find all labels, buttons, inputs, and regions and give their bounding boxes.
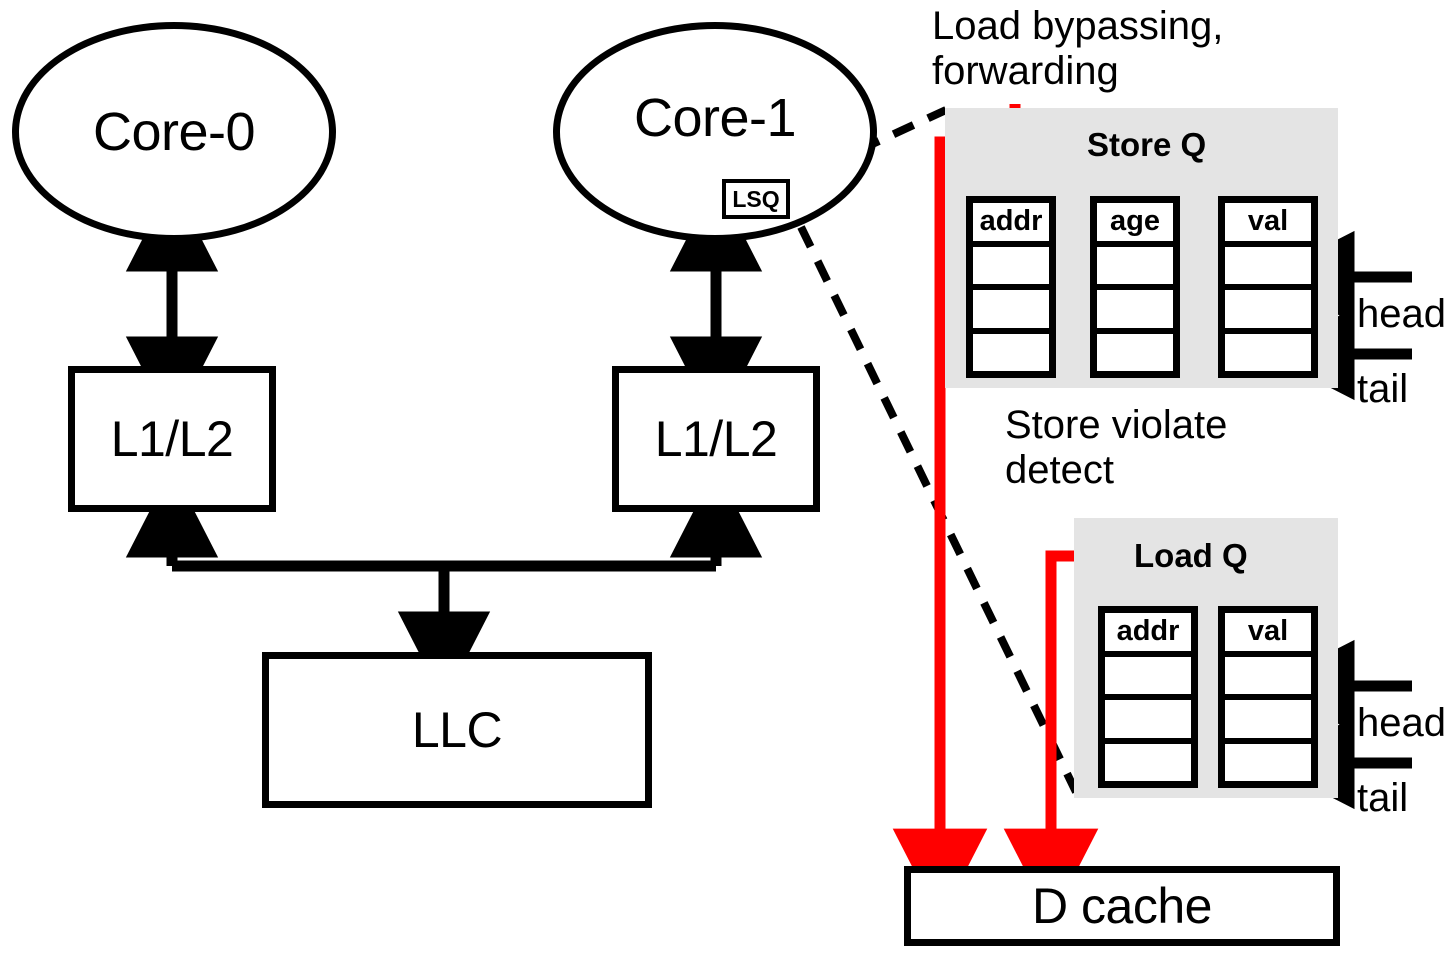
dcache-box[interactable]: D cache — [904, 866, 1340, 946]
store-queue-cell[interactable] — [973, 290, 1049, 334]
store-queue-cell[interactable] — [1097, 290, 1173, 334]
load-queue-cell[interactable] — [1225, 656, 1311, 700]
store-queue-tail-label: tail — [1357, 367, 1409, 411]
store-queue-head-label: head — [1357, 292, 1446, 336]
store-queue-cell[interactable] — [973, 333, 1049, 371]
load-bypassing-annotation: Load bypassing, forwarding — [932, 4, 1224, 93]
store-queue-header-val: val — [1247, 205, 1289, 238]
load-queue-cell[interactable] — [1225, 743, 1311, 781]
load-queue-cell[interactable] — [1105, 743, 1191, 781]
store-queue-title: Store Q — [1087, 126, 1207, 163]
l1l2-core0-box[interactable]: L1/L2 — [68, 366, 276, 512]
lsq-label: LSQ — [732, 185, 780, 212]
load-queue-cell-header: addr — [1105, 613, 1191, 657]
store-queue-cell-header: age — [1097, 203, 1173, 247]
store-queue-header-addr: addr — [979, 205, 1043, 238]
load-queue-tail-label: tail — [1357, 776, 1409, 820]
dcache-label: D cache — [1032, 878, 1212, 934]
l1l2-core0-label: L1/L2 — [110, 411, 234, 467]
core-0-node[interactable]: Core-0 — [12, 22, 336, 242]
load-queue-header-val: val — [1247, 615, 1289, 648]
diagram-canvas: Core-0 Core-1 LSQ L1/L2 L1/L2 LLC D cach… — [0, 0, 1454, 954]
load-queue-cell[interactable] — [1105, 700, 1191, 744]
store-queue-cell[interactable] — [1225, 333, 1311, 371]
llc-box[interactable]: LLC — [262, 652, 652, 808]
load-queue-head-label: head — [1357, 701, 1446, 745]
store-queue-cell-header: addr — [973, 203, 1049, 247]
core-1-node[interactable]: Core-1 — [553, 22, 877, 242]
store-queue-header-age: age — [1110, 205, 1160, 238]
load-queue-cell[interactable] — [1105, 656, 1191, 700]
load-queue-title: Load Q — [1134, 537, 1248, 574]
load-queue-cell-header: val — [1225, 613, 1311, 657]
load-queue-column-val[interactable]: val — [1218, 606, 1318, 788]
core-1-label: Core-1 — [633, 88, 797, 148]
load-queue-header-addr: addr — [1116, 615, 1180, 648]
store-queue-cell[interactable] — [1225, 290, 1311, 334]
core-0-label: Core-0 — [92, 102, 256, 162]
connector-llc-bus — [125, 467, 763, 702]
store-queue-column-val[interactable]: val — [1218, 196, 1318, 378]
store-queue-cell[interactable] — [973, 246, 1049, 290]
store-queue-column-age[interactable]: age — [1090, 196, 1180, 378]
load-queue-column-addr[interactable]: addr — [1098, 606, 1198, 788]
llc-label: LLC — [411, 702, 503, 758]
store-queue-column-addr[interactable]: addr — [966, 196, 1056, 378]
store-queue-cell[interactable] — [1097, 333, 1173, 371]
lsq-unit[interactable]: LSQ — [722, 179, 790, 219]
store-violate-annotation: Store violate detect — [1005, 403, 1228, 492]
l1l2-core1-box[interactable]: L1/L2 — [612, 366, 820, 512]
store-queue-cell-header: val — [1225, 203, 1311, 247]
load-queue-cell[interactable] — [1225, 700, 1311, 744]
store-queue-cell[interactable] — [1097, 246, 1173, 290]
store-queue-cell[interactable] — [1225, 246, 1311, 290]
l1l2-core1-label: L1/L2 — [654, 411, 778, 467]
